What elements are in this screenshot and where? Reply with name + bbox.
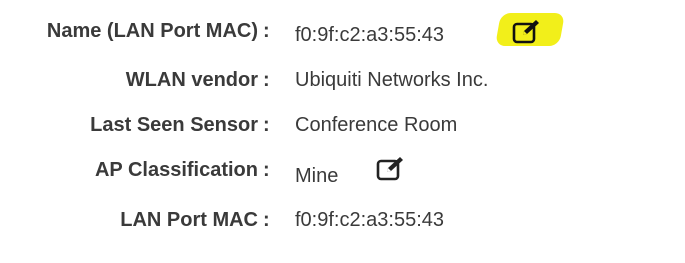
field-colon: : [263, 69, 270, 91]
field-colon: : [263, 20, 270, 42]
field-value-name: f0:9f:c2:a3:55:43 [295, 24, 445, 46]
field-label-lan-port-mac: LAN Port MAC [120, 209, 258, 231]
field-colon: : [263, 114, 270, 136]
field-value-last-seen-sensor: Conference Room [295, 114, 458, 136]
field-value-lan-port-mac: f0:9f:c2:a3:55:43 [295, 209, 445, 231]
field-row-wlan-vendor: WLAN vendor : Ubiquiti Networks Inc. [0, 66, 685, 106]
field-colon: : [263, 209, 270, 231]
edit-ap-classification-button[interactable] [374, 154, 408, 184]
field-row-ap-classification: AP Classification : Mine [0, 156, 685, 196]
edit-icon [376, 157, 403, 181]
field-label-ap-classification: AP Classification [94, 159, 258, 181]
field-row-name: Name (LAN Port MAC) : f0:9f:c2:a3:55:43 [0, 17, 685, 57]
field-value-wlan-vendor: Ubiquiti Networks Inc. [295, 69, 489, 91]
field-label-name: Name (LAN Port MAC) [46, 20, 258, 42]
field-row-lan-port-mac: LAN Port MAC : f0:9f:c2:a3:55:43 [0, 206, 685, 246]
field-label-wlan-vendor: WLAN vendor [125, 69, 258, 91]
edit-icon [512, 20, 539, 44]
field-value-ap-classification: Mine [295, 165, 339, 187]
field-row-last-seen-sensor: Last Seen Sensor : Conference Room [0, 111, 685, 151]
edit-name-button[interactable] [510, 17, 544, 47]
field-label-last-seen-sensor: Last Seen Sensor [90, 114, 258, 136]
field-colon: : [263, 159, 270, 181]
